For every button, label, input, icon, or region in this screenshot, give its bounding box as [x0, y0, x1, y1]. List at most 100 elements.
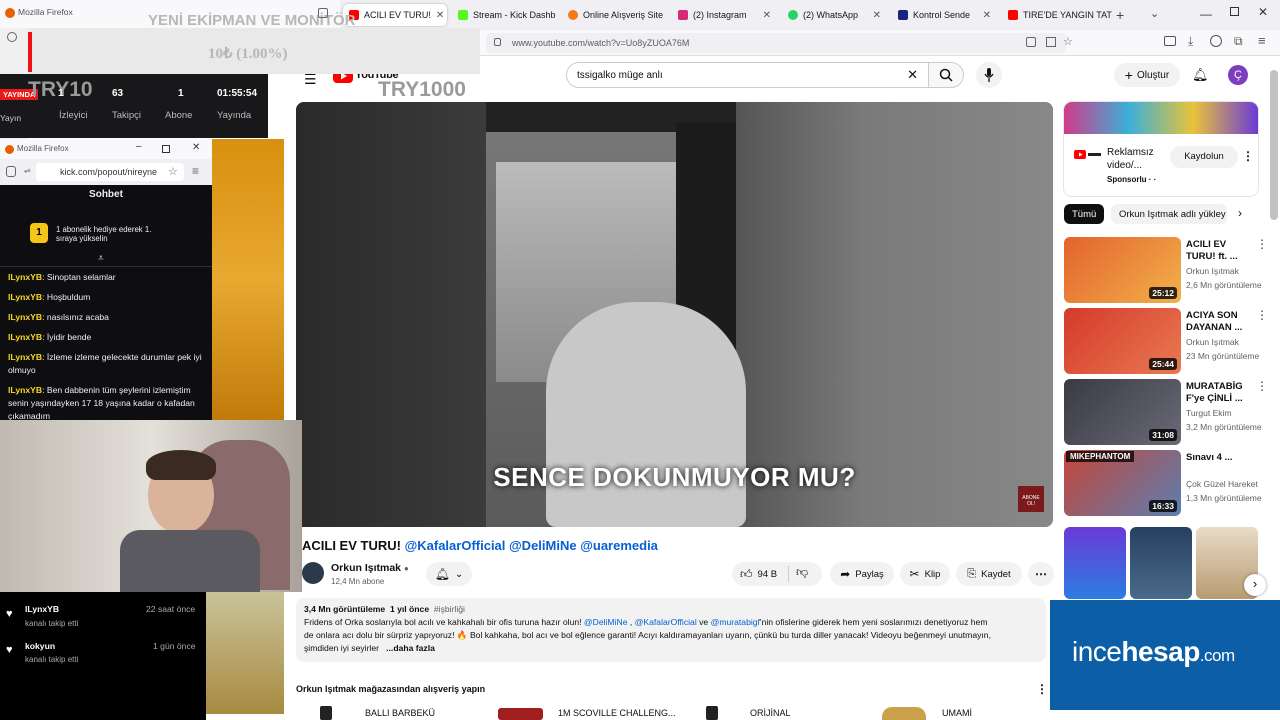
menu-icon[interactable]: ≡	[192, 164, 199, 178]
close-tab-icon[interactable]: ✕	[873, 10, 881, 21]
scrollbar[interactable]	[1270, 70, 1278, 220]
tab-kontrol-sende[interactable]: Kontrol Sende ✕	[892, 4, 997, 26]
notifications-bell-icon[interactable]: 🔔︎	[1192, 67, 1209, 83]
mention-link[interactable]: @muratabigf	[711, 617, 760, 627]
channel-name[interactable]: Orkun Işıtmak ●	[331, 562, 409, 574]
account-icon[interactable]	[1210, 35, 1222, 47]
maximize-icon[interactable]	[162, 145, 170, 153]
create-button[interactable]: + Oluştur	[1114, 63, 1180, 87]
mention-link[interactable]: @DeliMiNe	[584, 617, 628, 627]
video-channel[interactable]: Turgut Ekim	[1186, 408, 1232, 418]
expand-chevron-icon[interactable]: ⩡	[98, 253, 104, 264]
settings-icon[interactable]	[7, 32, 17, 42]
recommended-video[interactable]: 25:44 ACIYA SON DAYANAN ... Orkun Işıtma…	[1064, 308, 1274, 374]
product-name[interactable]: BALLI BARBEKÜ	[365, 708, 435, 718]
maximize-icon[interactable]	[1230, 7, 1239, 16]
like-icon[interactable]: 👍︎	[740, 567, 753, 582]
close-window-icon[interactable]: ✕	[1258, 5, 1268, 19]
show-more-link[interactable]: ...daha fazla	[386, 643, 435, 653]
recommended-video[interactable]: 31:08 MURATABİG F'ye ÇİNLİ ... Turgut Ek…	[1064, 379, 1274, 445]
tab-whatsapp[interactable]: (2) WhatsApp ✕	[782, 4, 887, 26]
close-tab-icon[interactable]: ✕	[763, 10, 771, 21]
channel-avatar[interactable]	[302, 562, 324, 584]
video-channel[interactable]: Orkun Işıtmak	[1186, 266, 1239, 276]
shorts-thumbnail[interactable]	[1130, 527, 1192, 599]
subscribe-watermark[interactable]: ABONE OL!	[1018, 486, 1044, 512]
mention-link[interactable]: @KafalarOfficial	[635, 617, 697, 627]
video-channel[interactable]: Orkun Işıtmak	[1186, 337, 1239, 347]
bookmark-star-icon[interactable]: ☆	[168, 165, 178, 178]
chip-all[interactable]: Tümü	[1064, 204, 1105, 224]
signup-button[interactable]: Kaydolun	[1170, 146, 1238, 168]
tab-instagram[interactable]: (2) Instagram ✕	[672, 4, 777, 26]
save-button[interactable]: ⎘ Kaydet	[956, 562, 1022, 586]
video-title-mentions[interactable]: @KafalarOfficial @DeliMiNe @uaremedia	[405, 538, 658, 553]
store-more-icon[interactable]: ⋮	[1036, 682, 1048, 696]
translate-icon[interactable]	[1026, 37, 1036, 47]
screenshot-icon[interactable]	[1164, 36, 1176, 46]
chat-username[interactable]: lLynxYB	[8, 385, 42, 395]
ad-more-icon[interactable]: ⋮	[1242, 149, 1254, 163]
share-button[interactable]: ➦ Paylaş	[830, 562, 894, 586]
chat-username[interactable]: lLynxYB	[8, 332, 42, 342]
chat-username[interactable]: lLynxYB	[8, 272, 42, 282]
dislike-icon[interactable]: 👎︎	[796, 565, 808, 580]
hashtag[interactable]: #işbirliği	[434, 604, 465, 614]
tab-list-chevron-icon[interactable]: ⌄	[1150, 7, 1159, 20]
video-thumbnail[interactable]: 25:44	[1064, 308, 1181, 374]
window-control-icon[interactable]	[318, 8, 328, 18]
close-window-icon[interactable]: ✕	[192, 142, 200, 153]
video-channel[interactable]: Çok Güzel Hareket	[1186, 479, 1258, 489]
clip-button[interactable]: ✂ Klip	[900, 562, 950, 586]
chip-channel[interactable]: Orkun Işıtmak adlı yükley	[1111, 204, 1227, 224]
chat-url-field[interactable]: kick.com/popout/nireyne	[36, 163, 184, 181]
more-vertical-icon[interactable]: ⋮	[1256, 379, 1268, 393]
video-title[interactable]: Sınavı 4 ...	[1186, 452, 1252, 464]
video-description[interactable]: 3,4 Mn görüntüleme 1 yıl önce #işbirliği…	[296, 598, 1046, 662]
product-image[interactable]	[320, 706, 332, 720]
bookmark-star-icon[interactable]: ☆	[1063, 35, 1073, 48]
product-name[interactable]: UMAMİ	[942, 708, 972, 718]
reader-icon[interactable]	[1046, 37, 1056, 47]
like-count[interactable]: 94 B	[758, 569, 778, 580]
tab-shopping[interactable]: Online Alışveriş Site ✕	[562, 4, 667, 26]
ad-card[interactable]: Reklamsız video/... Sponsorlu · · Kaydol…	[1064, 102, 1258, 196]
close-tab-icon[interactable]: ✕	[983, 10, 991, 21]
subscribed-button[interactable]: 🔔︎ ⌄	[426, 562, 472, 586]
video-title[interactable]: MURATABİG F'ye ÇİNLİ ...	[1186, 381, 1252, 405]
more-vertical-icon[interactable]: ⋮	[1256, 308, 1268, 322]
search-button[interactable]	[928, 62, 964, 88]
new-tab-icon[interactable]: +	[1116, 7, 1124, 23]
page-info-icon[interactable]: ⇌	[24, 166, 31, 175]
shorts-thumbnail[interactable]	[1064, 527, 1126, 599]
product-name[interactable]: 1M SCOVILLE CHALLENG...	[558, 708, 676, 718]
video-title[interactable]: ACILI EV TURU! ft. ...	[1186, 239, 1252, 263]
download-icon[interactable]: ⤓	[1188, 34, 1193, 49]
clear-search-icon[interactable]: ✕	[907, 67, 918, 83]
chat-username[interactable]: lLynxYB	[8, 292, 42, 302]
product-image[interactable]	[882, 707, 926, 720]
more-vertical-icon[interactable]: ⋮	[1256, 237, 1268, 251]
video-title[interactable]: ACIYA SON DAYANAN ...	[1186, 310, 1252, 334]
shorts-next-icon[interactable]: ›	[1244, 574, 1266, 596]
menu-icon[interactable]: ≡	[1258, 33, 1266, 48]
voice-search-button[interactable]	[976, 62, 1002, 88]
avatar[interactable]: Ç	[1228, 65, 1248, 85]
search-input[interactable]: tssigalko müge anlı ✕	[566, 62, 929, 88]
video-thumbnail[interactable]: 25:12	[1064, 237, 1181, 303]
chat-username[interactable]: lLynxYB	[8, 352, 42, 362]
product-image[interactable]	[498, 708, 543, 720]
tab-news[interactable]: TIRE'DE YANGIN TAT ✕	[1002, 4, 1112, 26]
minimize-icon[interactable]: —	[1200, 7, 1212, 21]
chat-username[interactable]: lLynxYB	[8, 312, 42, 322]
more-actions-button[interactable]: ⋯	[1028, 562, 1054, 586]
video-thumbnail[interactable]: 31:08	[1064, 379, 1181, 445]
url-field[interactable]: www.youtube.com/watch?v=Uo8yZUOA76M	[486, 33, 1066, 53]
video-player[interactable]: SENCE DOKUNMUYOR MU? ABONE OL!	[296, 102, 1053, 527]
extensions-icon[interactable]: ⧉	[1234, 34, 1243, 49]
chevron-right-icon[interactable]: ›	[1238, 206, 1242, 220]
minimize-icon[interactable]: –	[136, 141, 142, 152]
product-image[interactable]	[706, 706, 718, 720]
product-name[interactable]: ORİJİNAL	[750, 708, 791, 718]
recommended-video[interactable]: 25:12 ACILI EV TURU! ft. ... Orkun Işıtm…	[1064, 237, 1274, 303]
